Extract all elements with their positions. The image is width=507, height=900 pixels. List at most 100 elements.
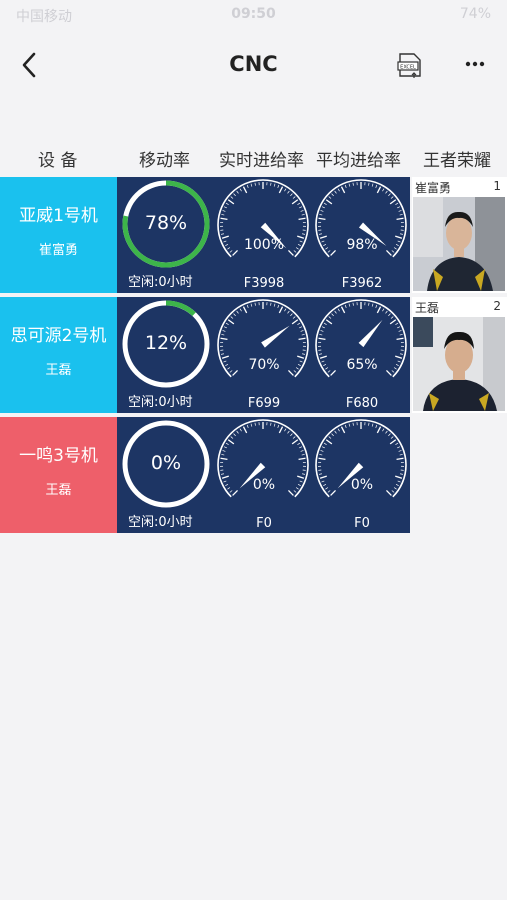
avg-feed-value: F680 xyxy=(345,396,379,411)
gauge-tick xyxy=(352,302,354,306)
gauge-tick xyxy=(236,310,239,314)
gauge-tick xyxy=(334,190,337,194)
gauge-tick xyxy=(319,453,323,456)
machine-row-label[interactable]: 亚威1号机 崔富勇 xyxy=(0,177,117,293)
gauge-tick xyxy=(325,199,333,205)
gauge-tick xyxy=(395,202,399,205)
gauge-tick xyxy=(278,186,284,194)
gauge-tick xyxy=(328,196,332,199)
gauge-tick xyxy=(246,184,249,188)
machine-panel[interactable]: 12% 空闲:0小时 70% F699 65% F680 xyxy=(117,297,410,413)
gauge-tick xyxy=(399,233,404,235)
gauge-tick xyxy=(299,446,303,449)
idle-time: 空闲:0小时 xyxy=(128,515,193,530)
gauge-tick xyxy=(291,439,299,445)
gauge-tick xyxy=(368,182,370,186)
gauge-tick xyxy=(398,210,402,212)
gauge-tick xyxy=(396,337,404,341)
gauge-tick xyxy=(277,304,280,308)
gauge-tick xyxy=(246,424,249,428)
gauge-tick xyxy=(221,453,225,456)
machine-name: 亚威1号机 xyxy=(19,206,98,226)
machine-row-label[interactable]: 思可源2号机 王磊 xyxy=(0,297,117,413)
machine-panel[interactable]: 0% 空闲:0小时 0% F0 0% F0 xyxy=(117,417,410,533)
gauge-tick xyxy=(292,436,296,439)
gauge-tick xyxy=(320,210,324,212)
gauge-tick xyxy=(376,306,382,314)
gauge-tick xyxy=(399,213,403,216)
gauge-tick xyxy=(254,302,256,306)
gauge-tick xyxy=(331,433,334,437)
gauge-tick xyxy=(225,202,229,205)
avg-feed-value: F3962 xyxy=(341,276,383,291)
gauge-tick xyxy=(348,303,351,307)
gauge-tick xyxy=(337,188,340,192)
gauge-tick xyxy=(319,213,323,216)
realtime-feed-cell: 0% F0 xyxy=(215,417,313,533)
machine-name: 一鸣3号机 xyxy=(19,446,98,466)
gauge-tick xyxy=(292,316,296,319)
gauge-tick xyxy=(399,333,403,336)
gauge-tick xyxy=(376,186,382,194)
gauge-tick xyxy=(318,473,323,475)
gauge-tick xyxy=(375,424,378,428)
gauge-tick xyxy=(396,457,404,461)
gauge-tick xyxy=(399,453,403,456)
gauge-tick xyxy=(278,426,284,434)
gauge-tick xyxy=(300,450,304,452)
gauge-tick xyxy=(254,422,256,426)
export-excel-icon[interactable]: EXCEL xyxy=(396,52,424,80)
gauge-tick xyxy=(321,446,325,449)
gauge-tick xyxy=(223,206,227,209)
gauge-tick xyxy=(328,436,332,439)
gauge-tick xyxy=(300,210,304,212)
header-utilization: 移动率 xyxy=(139,151,190,171)
gauge-tick xyxy=(325,439,333,445)
gauge-tick xyxy=(220,473,225,475)
gauge-tick xyxy=(390,436,394,439)
status-bar: 中国移动 09:50 74% xyxy=(0,0,507,30)
operator-photo xyxy=(413,317,505,411)
gauge-tick xyxy=(395,442,399,445)
more-icon[interactable] xyxy=(462,54,488,74)
utilization-value: 12% xyxy=(144,332,188,354)
machine-row-label[interactable]: 一鸣3号机 王磊 xyxy=(0,417,117,533)
gauge-tick xyxy=(331,193,334,197)
gauge-tick xyxy=(277,424,280,428)
machine-panel[interactable]: 78% 空闲:0小时 100% F3998 98% F3962 xyxy=(117,177,410,293)
realtime-feed-cell: 70% F699 xyxy=(215,297,313,413)
gauge-tick xyxy=(222,210,226,212)
gauge-tick xyxy=(236,190,239,194)
gauge-tick xyxy=(371,303,374,307)
gauge-tick xyxy=(389,439,397,445)
gauge-tick xyxy=(301,213,305,216)
gauge-tick xyxy=(242,426,248,434)
honor-name: 崔富勇 xyxy=(415,181,452,195)
honor-card[interactable]: 王磊 2 xyxy=(412,297,507,413)
realtime-feed-percent: 70% xyxy=(248,357,280,373)
gauge-tick xyxy=(397,206,401,209)
gauge-tick xyxy=(344,304,347,308)
gauge-tick xyxy=(301,473,306,475)
gauge-tick xyxy=(323,202,327,205)
gauge-tick xyxy=(287,310,290,314)
gauge-tick xyxy=(382,428,385,432)
gauge-tick xyxy=(221,333,225,336)
gauge-tick xyxy=(340,306,346,314)
gauge-tick xyxy=(284,188,287,192)
gauge-tick xyxy=(298,217,306,221)
gauge-tick xyxy=(230,316,234,319)
gauge-tick xyxy=(273,183,276,187)
honor-card[interactable]: 崔富勇 1 xyxy=(412,177,507,293)
gauge-tick xyxy=(290,193,293,197)
gauge-tick xyxy=(318,217,326,221)
gauge-tick xyxy=(220,233,225,235)
gauge-tick xyxy=(291,319,299,325)
utilization-value: 0% xyxy=(150,452,182,474)
gauge-tick xyxy=(300,330,304,332)
honor-rank: 1 xyxy=(493,179,501,193)
gauge-tick xyxy=(250,183,253,187)
gauge-tick xyxy=(340,426,346,434)
gauge-tick xyxy=(233,313,236,317)
gauge-tick xyxy=(388,313,391,317)
